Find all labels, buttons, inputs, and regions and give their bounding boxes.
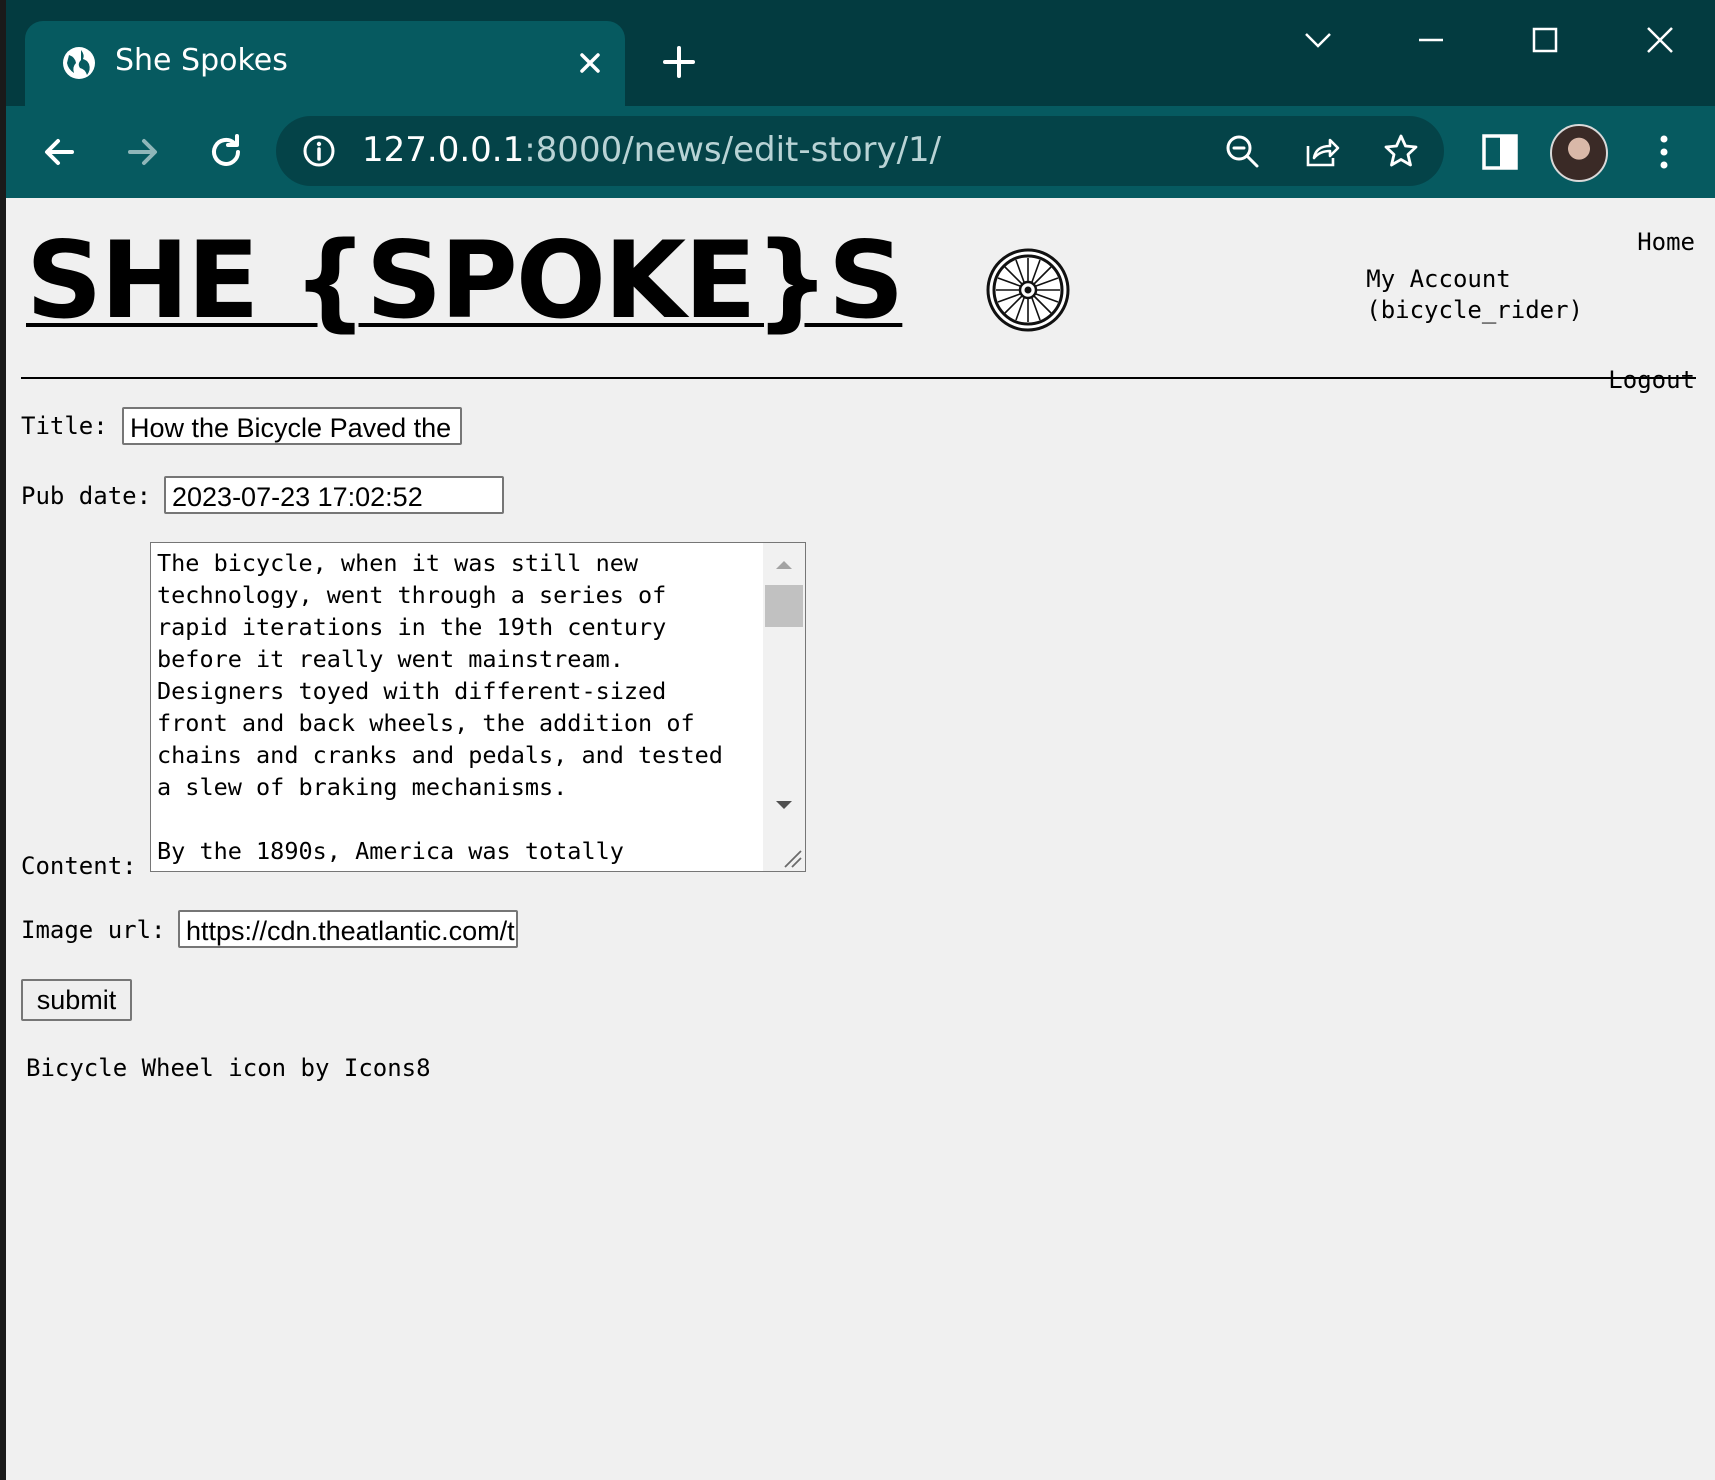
pubdate-label: Pub date: (21, 482, 152, 510)
tab-search-icon[interactable] (1298, 20, 1338, 60)
zoom-out-icon[interactable] (1223, 132, 1261, 170)
back-icon[interactable] (36, 128, 84, 176)
minimize-icon[interactable] (1411, 20, 1451, 60)
globe-icon (63, 47, 95, 79)
maximize-icon[interactable] (1525, 20, 1565, 60)
content-text: The bicycle, when it was still new techn… (157, 549, 723, 865)
bicycle-wheel-icon (986, 248, 1070, 332)
browser-window: She Spokes 127.0.0.1:8000/news/edit-stor… (6, 0, 1715, 1480)
nav-logout-link[interactable]: Logout (1608, 366, 1695, 394)
address-bar[interactable]: 127.0.0.1:8000/news/edit-story/1/ (276, 116, 1444, 186)
url-text: 127.0.0.1:8000/news/edit-story/1/ (362, 130, 941, 170)
site-logo-link[interactable]: SHE {SPOKE}S (26, 228, 904, 334)
profile-avatar[interactable] (1550, 124, 1608, 182)
scrollbar-thumb[interactable] (765, 585, 803, 627)
resize-handle-icon[interactable] (781, 847, 803, 869)
page-content: SHE {SPOKE}S Home My Account (bicycle_ri… (6, 198, 1715, 1480)
header-divider (21, 377, 1696, 379)
nav-my-account-link[interactable]: My Account (bicycle_rider) (1366, 264, 1583, 326)
site-info-icon[interactable] (300, 132, 338, 170)
share-icon[interactable] (1303, 132, 1341, 170)
new-tab-icon[interactable] (661, 44, 697, 80)
site-logo-text: SHE {SPOKE}S (26, 219, 904, 342)
scroll-down-icon[interactable] (774, 799, 794, 813)
content-label: Content: (21, 852, 137, 880)
image-url-input[interactable]: https://cdn.theatlantic.com/t (178, 910, 518, 948)
tab-title: She Spokes (115, 43, 288, 78)
tab-she-spokes[interactable]: She Spokes (25, 21, 625, 106)
icon-credit-link[interactable]: Bicycle Wheel icon by Icons8 (26, 1054, 431, 1082)
image-url-label: Image url: (21, 916, 166, 944)
tab-strip: She Spokes (6, 0, 1715, 106)
more-menu-icon[interactable] (1640, 128, 1688, 176)
title-input[interactable]: How the Bicycle Paved the (122, 407, 462, 445)
close-window-icon[interactable] (1640, 20, 1680, 60)
bookmark-star-icon[interactable] (1382, 132, 1420, 170)
content-textarea[interactable]: The bicycle, when it was still new techn… (150, 542, 806, 872)
submit-button[interactable]: submit (21, 979, 132, 1021)
scroll-up-icon[interactable] (774, 557, 794, 571)
title-label: Title: (21, 412, 108, 440)
close-tab-icon[interactable] (575, 48, 605, 78)
reload-icon[interactable] (202, 128, 250, 176)
browser-toolbar: 127.0.0.1:8000/news/edit-story/1/ (6, 106, 1715, 198)
content-scrollbar[interactable] (763, 543, 805, 871)
side-panel-icon[interactable] (1476, 128, 1524, 176)
pubdate-input[interactable]: 2023-07-23 17:02:52 (164, 476, 504, 514)
nav-account-label: My Account (1366, 265, 1511, 293)
url-host: 127.0.0.1 (362, 130, 525, 170)
forward-icon[interactable] (118, 128, 166, 176)
nav-home-link[interactable]: Home (1637, 228, 1695, 256)
nav-account-username: (bicycle_rider) (1366, 296, 1583, 324)
url-path: :8000/news/edit-story/1/ (524, 130, 942, 170)
